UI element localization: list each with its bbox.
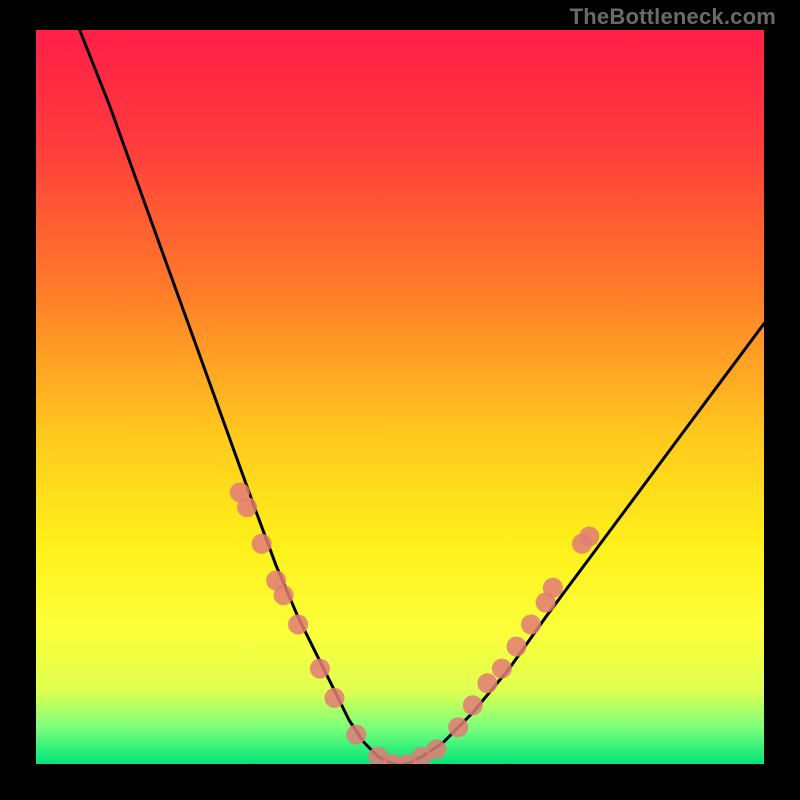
curve-marker	[274, 585, 294, 605]
chart-frame: TheBottleneck.com	[0, 0, 800, 800]
curve-marker	[507, 637, 527, 657]
curve-marker	[463, 695, 483, 715]
curve-marker	[346, 725, 366, 745]
curve-markers	[230, 482, 600, 764]
curve-marker	[543, 578, 563, 598]
curve-marker	[426, 739, 446, 759]
plot-area	[36, 30, 764, 764]
curve-marker	[448, 717, 468, 737]
curve-marker	[579, 527, 599, 547]
curve-marker	[237, 497, 257, 517]
curve-marker	[252, 534, 272, 554]
chart-svg	[36, 30, 764, 764]
curve-marker	[521, 615, 541, 635]
curve-marker	[492, 659, 512, 679]
curve-marker	[477, 673, 497, 693]
curve-marker	[310, 659, 330, 679]
watermark-text: TheBottleneck.com	[570, 4, 776, 30]
curve-marker	[325, 688, 345, 708]
curve-marker	[288, 615, 308, 635]
bottleneck-curve	[80, 30, 764, 764]
